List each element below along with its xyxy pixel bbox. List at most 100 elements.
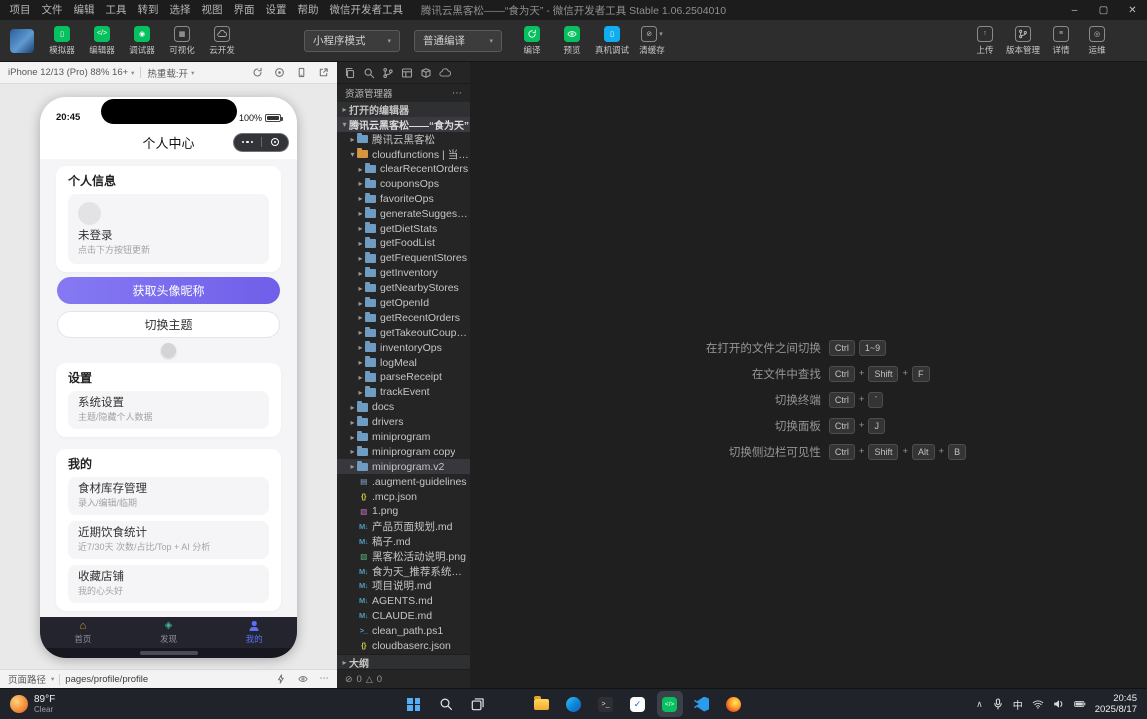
get-avatar-button[interactable]: 获取头像昵称 — [57, 277, 280, 304]
tree-section[interactable]: ▾ 腾讯云黑客松——“食为天” — [337, 116, 470, 132]
menu-item[interactable]: 选择 — [164, 0, 196, 20]
tree-section[interactable]: ▸ 打开的编辑器 — [337, 102, 470, 117]
close-button[interactable]: ✕ — [1118, 0, 1147, 20]
tree-item[interactable]: ▸ miniprogram — [337, 430, 470, 445]
more-icon[interactable]: ⋯ — [320, 674, 330, 684]
task-view-button[interactable] — [465, 691, 491, 717]
tree-item[interactable]: ▸ docs — [337, 400, 470, 415]
tree-item[interactable]: ▧ 黑客松活动说明.png — [337, 549, 470, 564]
layout-icon[interactable] — [401, 67, 413, 79]
battery-icon[interactable] — [1073, 698, 1086, 710]
switch-theme-button[interactable]: 切换主题 — [57, 311, 280, 338]
files-icon[interactable] — [344, 67, 356, 79]
hot-reload-toggle[interactable]: 热重载:开 ▾ — [147, 66, 194, 80]
tree-item[interactable]: ▸ getRecentOrders — [337, 310, 470, 325]
menu-item[interactable]: 编辑 — [68, 0, 100, 20]
version-manage-button[interactable]: 版本管理 — [1003, 25, 1043, 56]
eye-icon[interactable] — [297, 674, 308, 684]
ime-indicator[interactable]: 中 — [1013, 697, 1023, 712]
wifi-icon[interactable] — [1032, 698, 1044, 710]
tree-item[interactable]: ▤ .augment-guidelines — [337, 474, 470, 489]
compile-mode-select[interactable]: 普通编译 ▾ — [414, 29, 502, 52]
list-item[interactable]: 收藏店铺 我的心头好 — [68, 565, 269, 603]
upload-button[interactable]: ↑ 上传 — [967, 25, 1003, 56]
tab-home[interactable]: ⌂ 首页 — [58, 620, 108, 645]
list-item[interactable]: 食材库存管理 录入/编辑/临期 — [68, 477, 269, 515]
tree-item[interactable]: ▸ generateSuggestions — [337, 206, 470, 221]
floating-ball[interactable] — [161, 343, 176, 358]
tree-item[interactable]: ▸ 腾讯云黑客松 — [337, 132, 470, 147]
todo-icon[interactable]: ✓ — [625, 691, 651, 717]
menu-item[interactable]: 转到 — [132, 0, 164, 20]
device-selector[interactable]: iPhone 12/13 (Pro) 88% 16+ ▾ — [8, 67, 134, 78]
mode-select[interactable]: 小程序模式 ▾ — [304, 29, 400, 52]
tree-item[interactable]: ▸ getNearbyStores — [337, 281, 470, 296]
tree-item[interactable]: ▸ clearRecentOrders — [337, 162, 470, 177]
firefox-icon[interactable] — [721, 691, 747, 717]
menu-item[interactable]: 视图 — [196, 0, 228, 20]
chevron-up-icon[interactable]: ∧ — [976, 699, 983, 710]
popout-icon[interactable] — [318, 67, 329, 78]
visual-button[interactable]: ▦ 可视化 — [162, 25, 202, 56]
package-icon[interactable] — [420, 67, 432, 79]
ops-button[interactable]: ◎ 运维 — [1079, 25, 1115, 56]
debugger-button[interactable]: ◉ 调试器 — [122, 25, 162, 56]
tree-item[interactable]: ▸ favoriteOps — [337, 191, 470, 206]
tree-item[interactable]: ▸ trackEvent — [337, 385, 470, 400]
tree-item[interactable]: ▸ logMeal — [337, 355, 470, 370]
tree-item[interactable]: M↓ 稿子.md — [337, 534, 470, 549]
user-avatar[interactable] — [10, 28, 34, 53]
path-label[interactable]: 页面路径 — [8, 672, 46, 686]
mic-icon[interactable] — [992, 698, 1004, 710]
real-device-debug-button[interactable]: ▯ 真机调试 — [592, 25, 632, 56]
tree-item[interactable]: M↓ 项目说明.md — [337, 579, 470, 594]
tree-item[interactable]: M↓ CLAUDE.md — [337, 608, 470, 623]
tree-item[interactable]: ▸ drivers — [337, 415, 470, 430]
lightning-icon[interactable] — [276, 674, 286, 684]
more-actions-icon[interactable]: ⋯ — [452, 88, 462, 99]
tree-item[interactable]: ▾ cloudfunctions | 当前... — [337, 147, 470, 162]
tree-item[interactable]: ▸ miniprogram copy — [337, 444, 470, 459]
terminal-icon[interactable]: >_ — [593, 691, 619, 717]
list-item[interactable]: 近期饮食统计 近7/30天 次数/占比/Top + AI 分析 — [68, 521, 269, 559]
tree-item[interactable]: {} .mcp.json — [337, 489, 470, 504]
search-button[interactable] — [433, 691, 459, 717]
search-icon[interactable] — [363, 67, 375, 79]
start-button[interactable] — [401, 691, 427, 717]
edge-icon[interactable] — [561, 691, 587, 717]
tree-item[interactable]: >_ clean_path.ps1 — [337, 623, 470, 638]
tree-item[interactable]: ▧ 1.png — [337, 504, 470, 519]
tree-item[interactable]: ▸ getInventory — [337, 266, 470, 281]
profile-summary[interactable]: 未登录 点击下方按钮更新 — [68, 194, 269, 264]
record-icon[interactable] — [274, 67, 285, 78]
menu-item[interactable]: 设置 — [260, 0, 292, 20]
tree-item[interactable]: ▸ parseReceipt — [337, 370, 470, 385]
tree-item[interactable]: M↓食为天_推荐系统计划... — [337, 564, 470, 579]
wechat-devtools-icon[interactable]: </> — [656, 691, 683, 717]
tree-item[interactable]: ▸ getTakeoutCoupons — [337, 325, 470, 340]
weather-widget[interactable]: 89°F Clear — [0, 694, 65, 714]
cloud-icon[interactable] — [439, 67, 451, 79]
tree-item[interactable]: ▸ getFrequentStores — [337, 251, 470, 266]
tree-item[interactable]: M↓ 产品页面规划.md — [337, 519, 470, 534]
clouddev-button[interactable]: 云开发 — [202, 25, 242, 56]
tree-item[interactable]: ▸ getDietStats — [337, 221, 470, 236]
tree-item[interactable]: ▸ miniprogram.v2 — [337, 459, 470, 475]
tree-item[interactable]: ▸ inventoryOps — [337, 340, 470, 355]
tab-discover[interactable]: ◈ 发现 — [143, 620, 193, 645]
details-button[interactable]: ≡ 详情 — [1043, 25, 1079, 56]
menu-item[interactable]: 工具 — [100, 0, 132, 20]
outline-section[interactable]: ▸ 大纲 — [337, 654, 470, 670]
list-item[interactable]: 系统设置 主题/隐藏个人数据 — [68, 391, 269, 429]
taskbar-clock[interactable]: 20:45 2025/8/17 — [1095, 693, 1137, 716]
more-button[interactable] — [234, 134, 261, 151]
tab-mine[interactable]: 我的 — [229, 620, 279, 645]
source-control-icon[interactable] — [382, 67, 394, 79]
volume-icon[interactable] — [1053, 698, 1065, 710]
refresh-icon[interactable] — [252, 67, 263, 78]
clear-cache-button[interactable]: ⊘ ▾ 清缓存 — [632, 25, 672, 56]
menu-item[interactable]: 文件 — [36, 0, 68, 20]
rotate-icon[interactable] — [296, 67, 307, 78]
menu-item[interactable]: 微信开发者工具 — [324, 0, 409, 20]
vscode-icon[interactable] — [689, 691, 715, 717]
